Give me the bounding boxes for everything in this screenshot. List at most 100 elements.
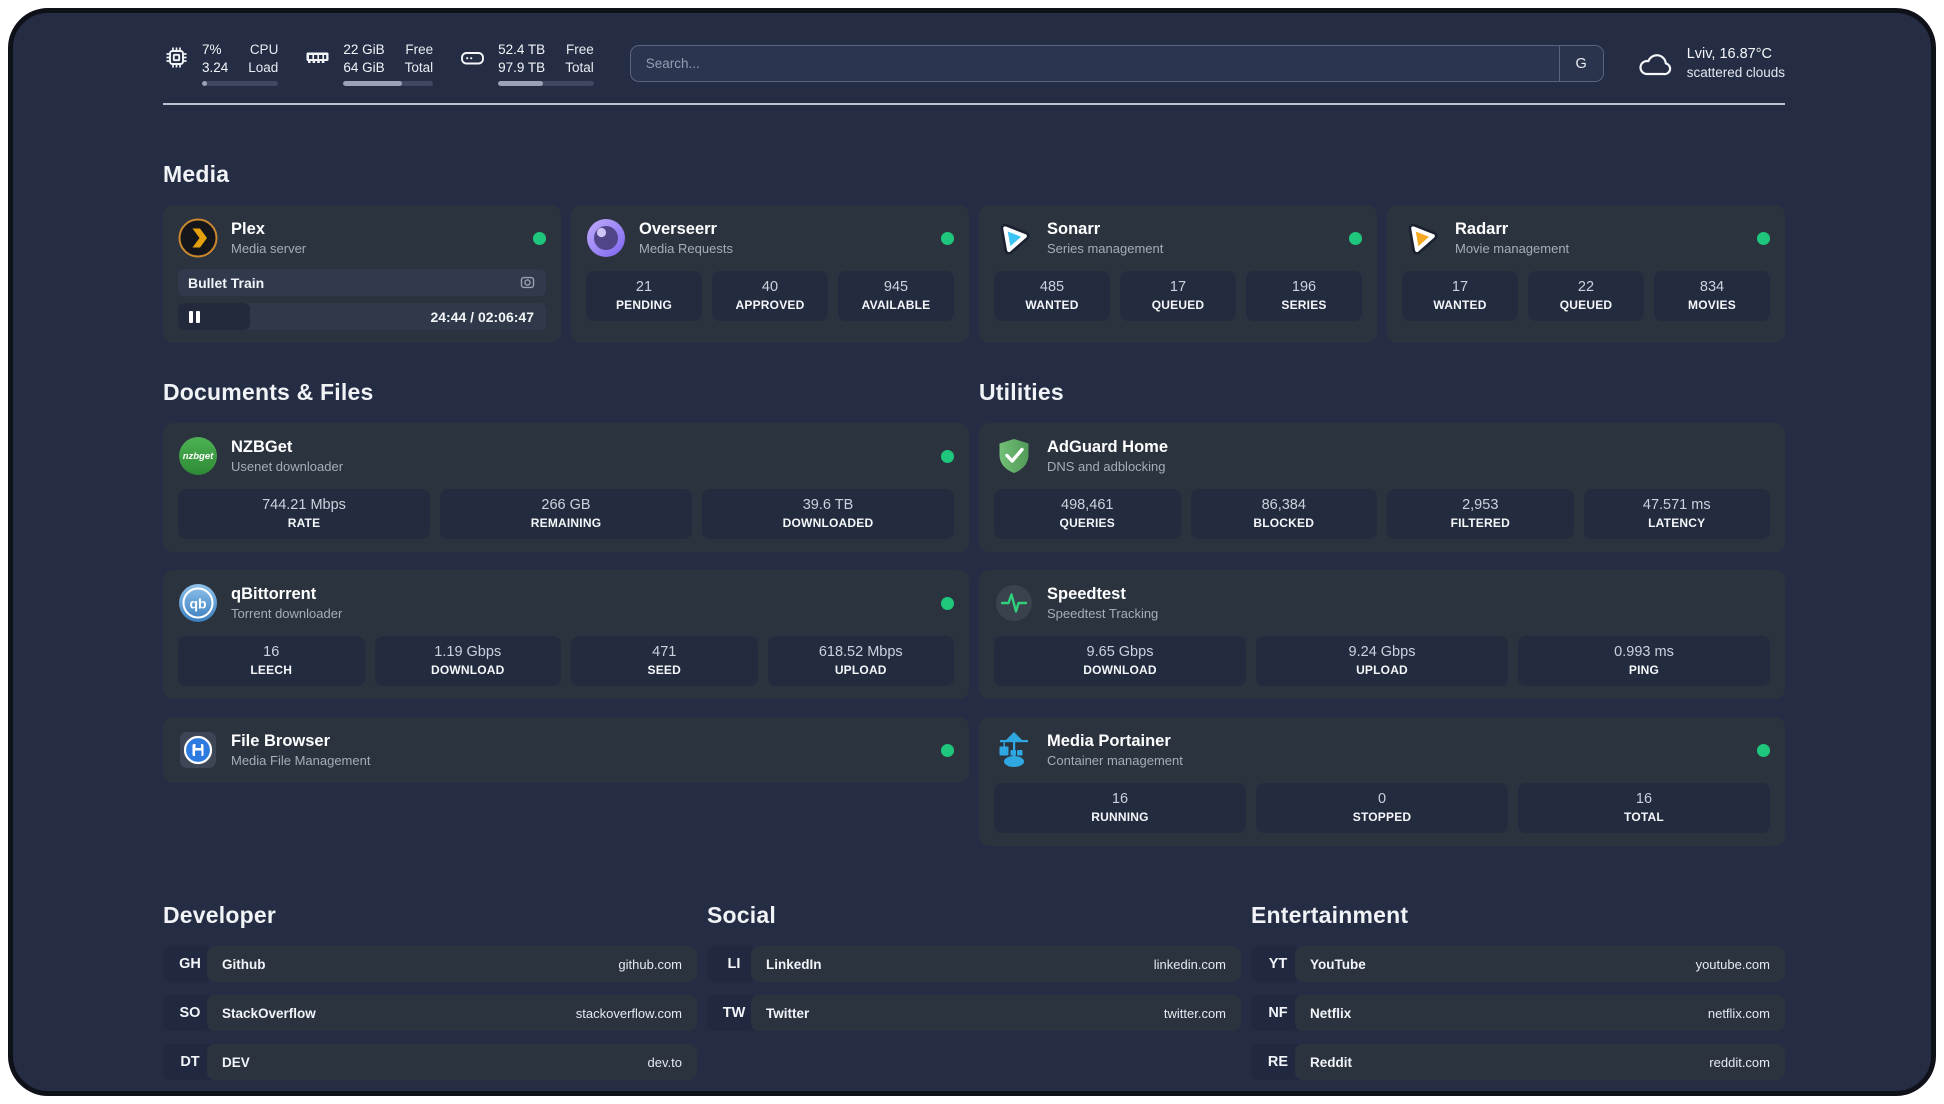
stat-downloaded: 39.6 TB DOWNLOADED — [702, 489, 954, 539]
link-name: Github — [222, 956, 266, 972]
search-engine-button[interactable]: G — [1558, 46, 1603, 81]
dashboard-window: 7% 3.24 CPU Load 22 GiB 64 GiB Free Tota… — [8, 8, 1936, 1096]
disk-progress-bar — [498, 81, 594, 86]
now-playing-title: Bullet Train — [188, 274, 265, 291]
section-media: Media Plex Media server Bullet Train 24:… — [163, 161, 1785, 343]
cpu-icon — [163, 41, 190, 71]
stat-rate: 744.21 Mbps RATE — [178, 489, 430, 539]
status-dot — [533, 231, 546, 245]
card-sonarr[interactable]: Sonarr Series management 485 WANTED 17 QUE… — [979, 205, 1377, 343]
stat-download: 1.19 Gbps DOWNLOAD — [374, 636, 561, 686]
now-playing-row: Bullet Train — [178, 269, 546, 296]
section-title-developer: Developer — [163, 902, 277, 928]
section-developer: Developer GH Github github.com SO StackOv… — [163, 902, 697, 1080]
link-url: netflix.com — [1707, 1005, 1770, 1021]
card-filebrowser[interactable]: File Browser Media File Management — [163, 717, 969, 783]
link-name: StackOverflow — [222, 1005, 316, 1021]
link-dev[interactable]: DT DEV dev.to — [163, 1044, 697, 1080]
section-title-documents: Documents & Files — [163, 379, 374, 405]
link-linkedin[interactable]: LI LinkedIn linkedin.com — [707, 946, 1241, 982]
stat-wanted: 17 WANTED — [1402, 271, 1518, 321]
cpu-labels: CPU Load — [248, 42, 279, 75]
section-social: Social LI LinkedIn linkedin.com TW Twitte… — [707, 902, 1241, 1080]
search-input[interactable] — [630, 46, 1559, 81]
disk-icon — [459, 41, 486, 71]
disk-values: 52.4 TB 97.9 TB — [498, 42, 546, 75]
stat-queries: 498,461 QUERIES — [994, 489, 1181, 539]
link-netflix[interactable]: NF Netflix netflix.com — [1251, 995, 1785, 1031]
card-speedtest[interactable]: Speedtest Speedtest Tracking 9.65 Gbps DO… — [979, 570, 1785, 699]
link-url: dev.to — [647, 1054, 682, 1070]
app-subtitle: Container management — [1047, 753, 1183, 768]
app-title: Overseerr — [639, 220, 717, 238]
status-dot — [1757, 231, 1770, 245]
section-title-media: Media — [163, 161, 230, 187]
app-title: AdGuard Home — [1047, 438, 1169, 456]
stat-movies: 834 MOVIES — [1654, 271, 1770, 321]
app-subtitle: Usenet downloader — [231, 459, 344, 474]
ram-values: 22 GiB 64 GiB — [343, 42, 385, 75]
pause-button[interactable] — [189, 310, 200, 323]
link-stackoverflow[interactable]: SO StackOverflow stackoverflow.com — [163, 995, 697, 1031]
cloud-icon — [1636, 48, 1674, 80]
stat-upload: 9.24 Gbps UPLOAD — [1256, 636, 1508, 686]
link-reddit[interactable]: RE Reddit reddit.com — [1251, 1044, 1785, 1080]
app-subtitle: Series management — [1047, 241, 1164, 256]
playback-progress: 24:44 / 02:06:47 — [178, 303, 546, 330]
stat-approved: 40 APPROVED — [712, 271, 828, 321]
card-radarr[interactable]: Radarr Movie management 17 WANTED 22 QUEUE… — [1387, 205, 1785, 343]
weather-location-temp: Lviv, 16.87°C — [1686, 46, 1773, 62]
card-overseerr[interactable]: Overseerr Media Requests 21 PENDING 40 APP… — [571, 205, 969, 343]
card-portainer[interactable]: Media Portainer Container management 16 R… — [979, 717, 1785, 846]
link-url: stackoverflow.com — [575, 1005, 682, 1021]
status-dot — [1757, 743, 1770, 757]
link-name: LinkedIn — [766, 956, 822, 972]
svg-text:nzbget: nzbget — [183, 451, 214, 462]
app-subtitle: Torrent downloader — [231, 606, 343, 621]
section-title-social: Social — [707, 902, 776, 928]
ram-labels: Free Total — [404, 42, 434, 75]
card-adguard[interactable]: AdGuard Home DNS and adblocking 498,461 Q… — [979, 423, 1785, 552]
stat-stopped: 0 STOPPED — [1256, 783, 1508, 833]
card-plex[interactable]: Plex Media server Bullet Train 24:44 / 0… — [163, 205, 561, 343]
stat-queued: 22 QUEUED — [1528, 271, 1644, 321]
ram-stat-widget: 22 GiB 64 GiB Free Total — [304, 41, 434, 86]
section-title-entertainment: Entertainment — [1251, 902, 1409, 928]
qbittorrent-icon: qb — [178, 583, 218, 623]
section-documents: Documents & Files nzbget NZBGet Usenet d… — [163, 379, 969, 846]
link-youtube[interactable]: YT YouTube youtube.com — [1251, 946, 1785, 982]
stat-seed: 471 SEED — [571, 636, 758, 686]
radarr-icon — [1402, 218, 1442, 258]
section-title-utilities: Utilities — [979, 379, 1064, 405]
section-entertainment: Entertainment YT YouTube youtube.com NF N… — [1251, 902, 1785, 1080]
status-dot — [941, 231, 954, 245]
section-utilities: Utilities AdGuard Home DNS and adblockin… — [979, 379, 1785, 846]
link-url: youtube.com — [1695, 956, 1770, 972]
stat-remaining: 266 GB REMAINING — [440, 489, 692, 539]
plex-icon — [178, 218, 218, 258]
app-subtitle: Media Requests — [639, 241, 733, 256]
link-twitter[interactable]: TW Twitter twitter.com — [707, 995, 1241, 1031]
card-qbittorrent[interactable]: qb qBittorrent Torrent downloader 16 LEEC… — [163, 570, 969, 699]
card-nzbget[interactable]: nzbget NZBGet Usenet downloader 744.21 M… — [163, 423, 969, 552]
cpu-stat-widget: 7% 3.24 CPU Load — [163, 41, 279, 86]
status-dot — [941, 596, 954, 610]
stat-latency: 47.571 ms LATENCY — [1583, 489, 1770, 539]
adguard-icon — [994, 436, 1034, 476]
stat-queued: 17 QUEUED — [1120, 271, 1236, 321]
stat-ping: 0.993 ms PING — [1518, 636, 1770, 686]
header-divider — [163, 103, 1785, 105]
app-title: qBittorrent — [231, 585, 317, 603]
stat-running: 16 RUNNING — [994, 783, 1246, 833]
speedtest-icon — [994, 583, 1034, 623]
app-title: Radarr — [1455, 220, 1509, 238]
app-title: File Browser — [231, 732, 331, 750]
stat-series: 196 SERIES — [1246, 271, 1362, 321]
stat-download: 9.65 Gbps DOWNLOAD — [994, 636, 1246, 686]
stat-leech: 16 LEECH — [178, 636, 365, 686]
playback-time: 24:44 / 02:06:47 — [430, 308, 534, 325]
app-title: Plex — [231, 220, 265, 238]
link-github[interactable]: GH Github github.com — [163, 946, 697, 982]
sonarr-icon — [994, 218, 1034, 258]
ram-progress-bar — [343, 81, 434, 86]
